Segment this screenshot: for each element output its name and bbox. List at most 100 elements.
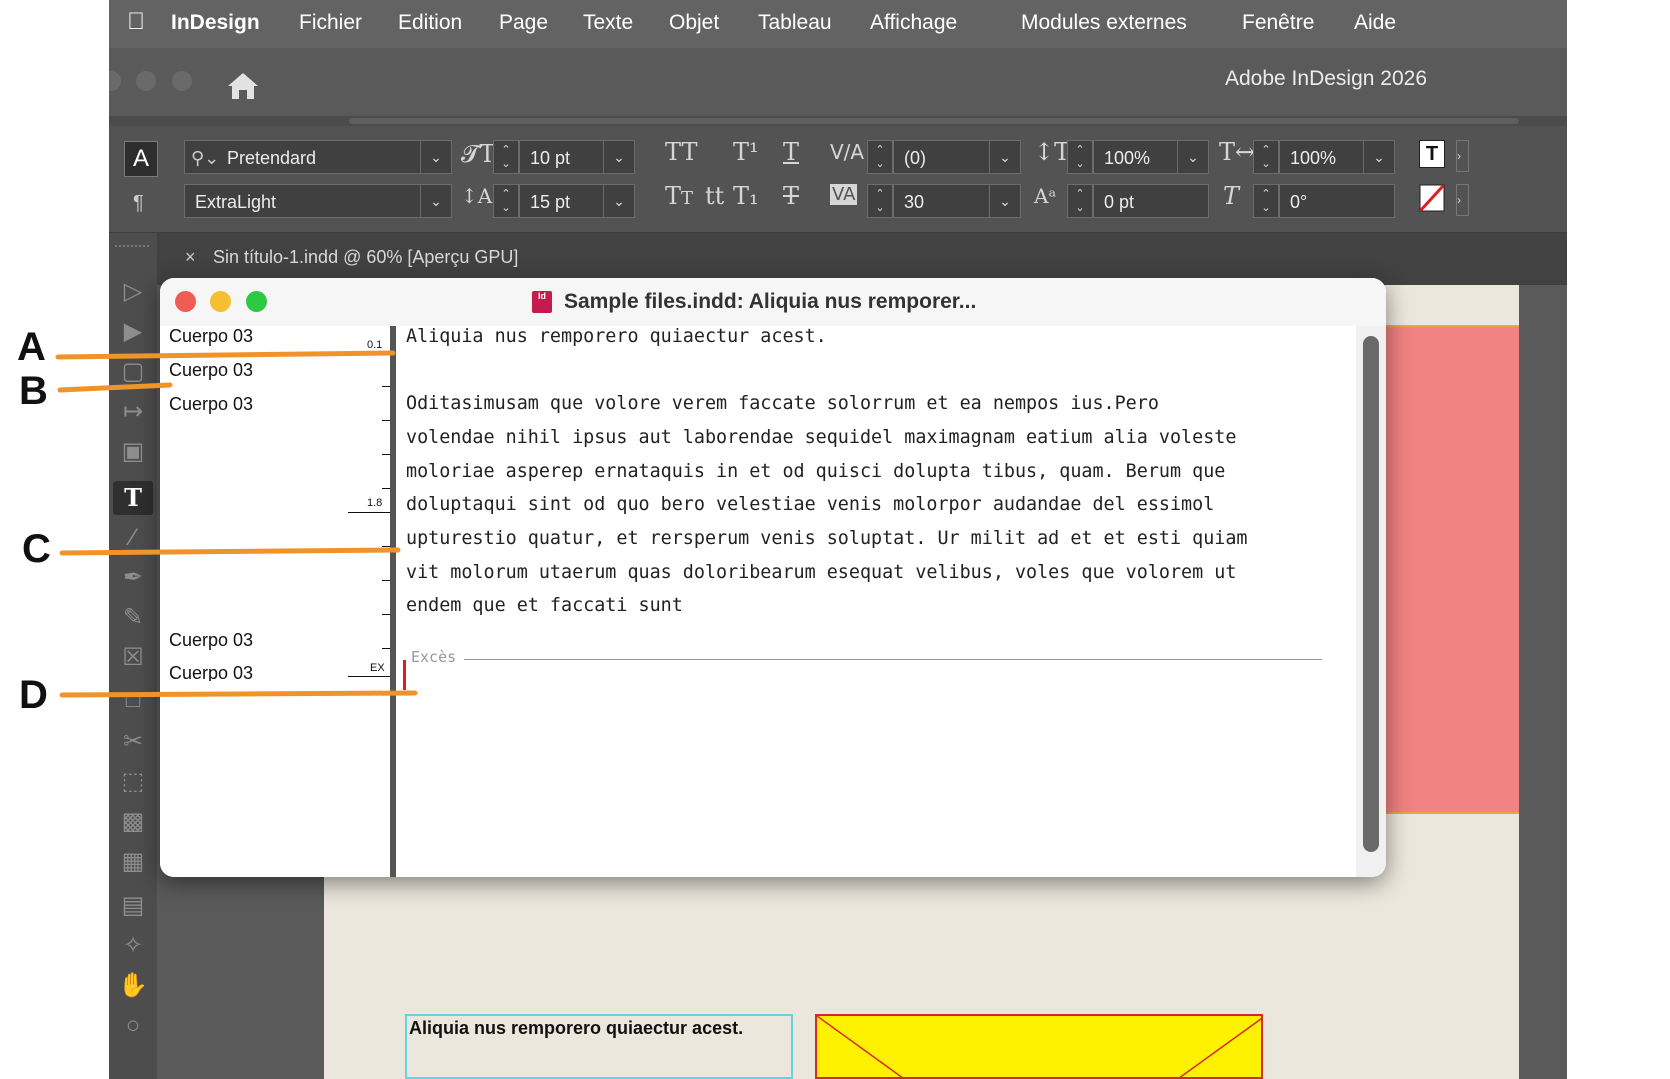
horizontal-scale-stepper[interactable]: ⌃ ⌄ [1253, 140, 1279, 174]
scissors-tool-icon[interactable]: ✂ [113, 725, 153, 759]
note-tool-icon[interactable]: ▤ [113, 889, 153, 923]
scrollbar-thumb[interactable] [1363, 336, 1379, 852]
character-formatting-icon[interactable]: A [124, 141, 158, 177]
pink-rectangle-frame[interactable] [1374, 325, 1519, 814]
gap-tool-icon[interactable]: ↦ [113, 395, 153, 429]
skew-stepper[interactable]: ⌃ ⌄ [1253, 184, 1279, 218]
story-line[interactable]: moloriae asperep ernataquis in et od qui… [406, 461, 1225, 482]
menu-fenetre[interactable]: Fenêtre [1242, 11, 1314, 35]
minimize-button[interactable] [210, 291, 231, 312]
font-style-field[interactable]: ExtraLight ⌄ [184, 184, 452, 218]
baseline-shift-stepper[interactable]: ⌃ ⌄ [1067, 184, 1093, 218]
menu-objet[interactable]: Objet [669, 11, 719, 35]
gradient-tool-icon[interactable]: ▩ [113, 805, 153, 839]
chevron-down-icon[interactable]: ⌄ [1363, 141, 1394, 173]
story-line[interactable]: vit molorum utaerum quas doloribearum es… [406, 562, 1236, 583]
font-family-field[interactable]: ⚲⌄ Pretendard ⌄ [184, 140, 452, 174]
pencil-tool-icon[interactable]: ✎ [113, 601, 153, 635]
rectangle-tool-icon[interactable]: □ [113, 683, 153, 717]
chevron-down-icon[interactable]: ⌄ [603, 141, 634, 173]
kerning-field[interactable]: (0) ⌄ [893, 140, 1021, 174]
content-collector-icon[interactable]: ▣ [113, 435, 153, 469]
font-size-stepper[interactable]: ⌃ ⌄ [493, 140, 519, 174]
font-size-field[interactable]: 10 pt ⌄ [519, 140, 635, 174]
paragraph-style-label[interactable]: Cuerpo 03 [169, 630, 253, 651]
vertical-scrollbar[interactable] [1356, 326, 1386, 877]
story-line[interactable]: Oditasimusam que volore verem faccate so… [406, 393, 1159, 414]
story-line[interactable]: doluptaqui sint od quo bero velestiae ve… [406, 494, 1214, 515]
all-caps-icon[interactable]: TT [665, 138, 697, 166]
paragraph-formatting-icon[interactable]: ¶ [133, 192, 144, 215]
menu-tableau[interactable]: Tableau [758, 11, 832, 35]
strikethrough-icon[interactable]: T [783, 182, 799, 210]
window-close-button[interactable] [109, 71, 121, 91]
menu-edition[interactable]: Edition [398, 11, 462, 35]
zoom-button[interactable] [246, 291, 267, 312]
subscript-icon[interactable]: T₁ [733, 182, 759, 210]
gradient-feather-tool-icon[interactable]: ▦ [113, 845, 153, 879]
scroll-thumb[interactable] [349, 118, 1519, 124]
menu-page[interactable]: Page [499, 11, 548, 35]
story-text-area[interactable]: Aliquia nus remporero quiaectur acest. O… [396, 326, 1356, 877]
kerning-stepper[interactable]: ⌃ ⌄ [867, 140, 893, 174]
chevron-down-icon[interactable]: ⌄ [989, 185, 1020, 217]
ligature-icon[interactable]: tt [705, 182, 724, 210]
paragraph-style-label[interactable]: Cuerpo 03 [169, 360, 253, 381]
menu-texte[interactable]: Texte [583, 11, 633, 35]
eyedropper-tool-icon[interactable]: ✧ [113, 929, 153, 963]
direct-selection-tool-icon[interactable]: ▶ [113, 315, 153, 349]
story-line[interactable]: upturestio quatur, et rersperum venis so… [406, 528, 1247, 549]
paragraph-style-label[interactable]: Cuerpo 03 [169, 663, 253, 681]
story-line[interactable]: endem que et faccati sunt [406, 595, 683, 616]
menu-modules-externes[interactable]: Modules externes [1021, 11, 1187, 35]
free-transform-tool-icon[interactable]: ⬚ [113, 765, 153, 799]
panel-expand-icon[interactable]: › [1456, 140, 1469, 172]
apple-logo-icon[interactable]:  [127, 8, 145, 36]
chevron-down-icon[interactable]: ⌄ [989, 141, 1020, 173]
vertical-scale-stepper[interactable]: ⌃ ⌄ [1067, 140, 1093, 174]
story-line[interactable]: volendae nihil ipsus aut laborendae sequ… [406, 427, 1236, 448]
skew-field[interactable]: 0° [1279, 184, 1395, 218]
tracking-stepper[interactable]: ⌃ ⌄ [867, 184, 893, 218]
window-zoom-button[interactable] [172, 71, 192, 91]
yellow-graphic-frame[interactable] [815, 1014, 1263, 1079]
small-caps-icon[interactable]: TT [665, 182, 693, 210]
window-minimize-button[interactable] [136, 71, 156, 91]
paragraph-style-label[interactable]: Cuerpo 03 [169, 394, 253, 415]
story-line[interactable]: Aliquia nus remporero quiaectur acest. [406, 326, 827, 347]
pen-tool-icon[interactable]: ✒ [113, 561, 153, 595]
tracking-field[interactable]: 30 ⌄ [893, 184, 1021, 218]
home-icon[interactable] [226, 71, 260, 101]
chevron-down-icon[interactable]: ⌄ [420, 141, 451, 173]
vertical-scale-field[interactable]: 100% ⌄ [1093, 140, 1209, 174]
leading-stepper[interactable]: ⌃ ⌄ [493, 184, 519, 218]
panel-grip[interactable] [115, 245, 149, 253]
hand-tool-icon[interactable]: ✋ [113, 969, 153, 1003]
panel-expand-icon[interactable]: › [1456, 184, 1469, 216]
chevron-down-icon[interactable]: ⌄ [420, 185, 451, 217]
page-tool-icon[interactable]: ▢ [113, 355, 153, 389]
menu-app-name[interactable]: InDesign [171, 11, 260, 35]
selection-tool-icon[interactable]: ▷ [113, 275, 153, 309]
close-tab-icon[interactable]: × [185, 247, 196, 268]
leading-field[interactable]: 15 pt ⌄ [519, 184, 635, 218]
chevron-down-icon[interactable]: ⌄ [603, 185, 634, 217]
chevron-down-icon[interactable]: ⌄ [1177, 141, 1208, 173]
zoom-tool-icon[interactable]: ○ [113, 1009, 153, 1043]
baseline-shift-field[interactable]: 0 pt [1093, 184, 1209, 218]
paragraph-style-label[interactable]: Cuerpo 03 [169, 326, 253, 347]
text-fill-icon[interactable]: T [1419, 140, 1445, 168]
line-tool-icon[interactable]: ∕ [113, 521, 153, 555]
underline-icon[interactable]: T [783, 138, 799, 166]
menu-affichage[interactable]: Affichage [870, 11, 957, 35]
layout-text-frame[interactable]: Aliquia nus remporero quiaectur acest. [405, 1014, 793, 1079]
menu-aide[interactable]: Aide [1354, 11, 1396, 35]
rectangle-frame-tool-icon[interactable]: ☒ [113, 641, 153, 675]
superscript-icon[interactable]: T¹ [733, 138, 759, 166]
menu-fichier[interactable]: Fichier [299, 11, 362, 35]
text-cursor [403, 660, 406, 690]
stroke-none-icon[interactable] [1419, 184, 1445, 212]
type-tool-icon[interactable]: T [113, 481, 153, 515]
horizontal-scale-field[interactable]: 100% ⌄ [1279, 140, 1395, 174]
close-button[interactable] [175, 291, 196, 312]
